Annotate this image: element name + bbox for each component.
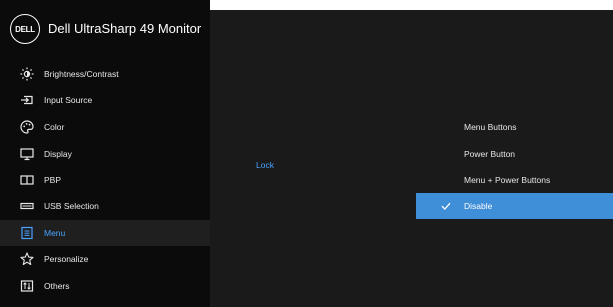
usb-icon	[20, 199, 34, 213]
monitor-osd: DELL Dell UltraSharp 49 Monitor Brightne…	[0, 0, 613, 307]
display-icon	[20, 147, 34, 161]
option-label: Menu + Power Buttons	[464, 175, 551, 185]
sidebar-item-pbp[interactable]: PBP	[0, 167, 210, 193]
sidebar-item-label: Menu	[44, 228, 66, 238]
sidebar-item-label: Brightness/Contrast	[44, 69, 119, 79]
sidebar-item-input-source[interactable]: Input Source	[0, 87, 210, 113]
pbp-icon	[20, 173, 34, 187]
dell-logo: DELL	[10, 14, 40, 44]
option-label: Power Button	[464, 149, 516, 159]
sidebar-item-label: Display	[44, 149, 72, 159]
sidebar-item-label: Color	[44, 122, 65, 132]
input-source-icon	[20, 93, 34, 107]
checkmark-icon	[441, 201, 451, 211]
option-label: Menu Buttons	[464, 122, 517, 132]
option-label: Disable	[464, 201, 493, 211]
sidebar-item-label: Personalize	[44, 254, 89, 264]
sidebar-item-label: USB Selection	[44, 201, 99, 211]
option-power-button[interactable]: Power Button	[416, 141, 613, 167]
lock-setting-label: Lock	[256, 160, 274, 170]
sidebar-item-label: Input Source	[44, 95, 93, 105]
brightness-icon	[20, 67, 34, 81]
sidebar-item-label: Others	[44, 281, 70, 291]
menu-icon	[20, 226, 34, 240]
sidebar: DELL Dell UltraSharp 49 Monitor Brightne…	[0, 0, 210, 307]
color-palette-icon	[20, 120, 34, 134]
sidebar-item-color[interactable]: Color	[0, 114, 210, 140]
option-menu-buttons[interactable]: Menu Buttons	[416, 114, 613, 140]
others-icon	[20, 279, 34, 293]
sidebar-item-personalize[interactable]: Personalize	[0, 246, 210, 272]
option-menu-power-buttons[interactable]: Menu + Power Buttons	[416, 167, 613, 193]
sidebar-item-display[interactable]: Display	[0, 141, 210, 167]
sidebar-item-label: PBP	[44, 175, 62, 185]
sidebar-item-menu[interactable]: Menu	[0, 220, 210, 246]
sidebar-item-brightness-contrast[interactable]: Brightness/Contrast	[0, 61, 210, 87]
sidebar-item-others[interactable]: Others	[0, 273, 210, 299]
monitor-title: Dell UltraSharp 49 Monitor	[48, 21, 202, 36]
option-disable[interactable]: Disable	[416, 193, 613, 219]
sidebar-item-usb-selection[interactable]: USB Selection	[0, 193, 210, 219]
star-icon	[20, 252, 34, 266]
